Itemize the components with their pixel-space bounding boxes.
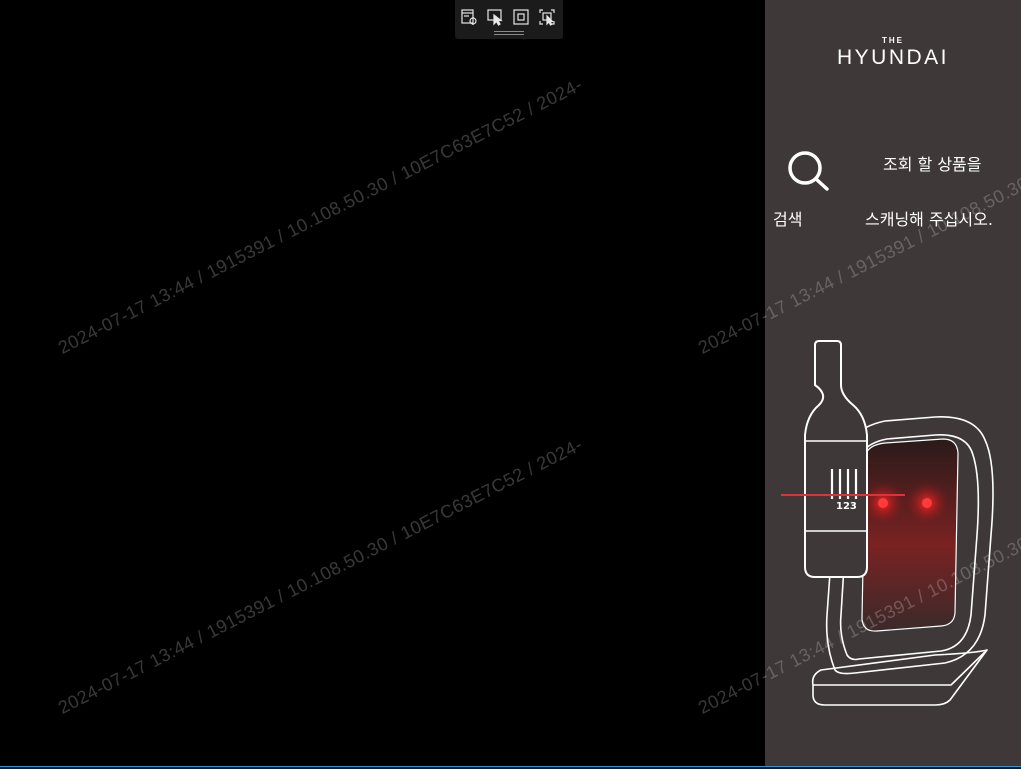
frame-capture-icon[interactable]	[512, 8, 530, 26]
settings-toolbar-icon[interactable]	[460, 8, 478, 26]
search-label[interactable]: 검색	[773, 206, 802, 230]
floating-toolbar	[455, 0, 563, 39]
barcode-scanner-illustration: 123	[781, 340, 994, 706]
scan-prompt-line1: 조회 할 상품을	[883, 155, 982, 174]
barcode-number: 123	[836, 501, 857, 512]
main-video-area	[0, 0, 765, 769]
area-capture-icon[interactable]	[538, 8, 556, 26]
toolbar-drag-handle[interactable]	[494, 31, 524, 35]
scan-prompt-line2: 스캐닝해 주십시오.	[865, 210, 993, 229]
scan-side-panel: THE HYUNDAI 검색 조회 할 상품을 스캐닝해 주십시오. 123	[765, 0, 1021, 769]
pointer-select-icon[interactable]	[486, 8, 504, 26]
logo-the-text: THE	[882, 36, 904, 45]
search-icon	[788, 151, 829, 191]
logo-main-text: HYUNDAI	[836, 46, 949, 69]
hyundai-logo: THE HYUNDAI	[765, 36, 1021, 70]
